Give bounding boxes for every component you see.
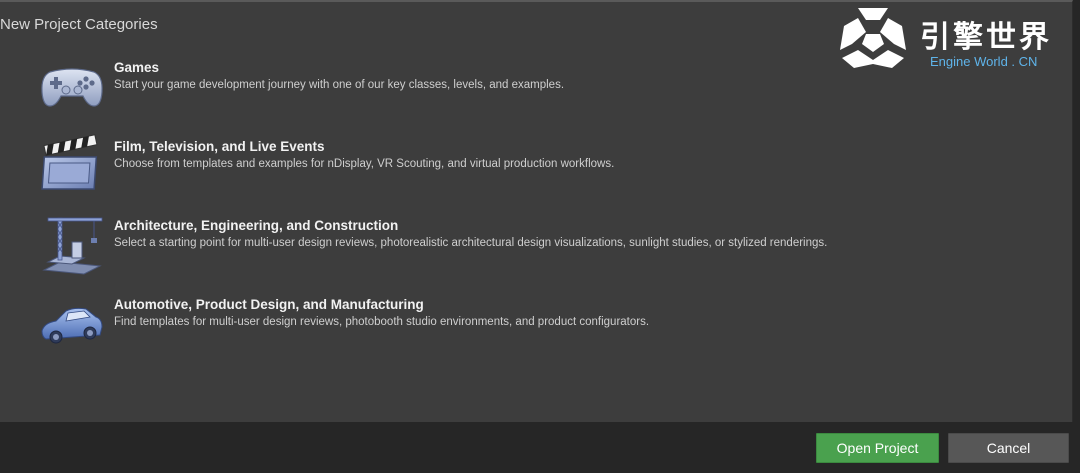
category-title: Games (114, 60, 160, 75)
category-automotive-product-design-manufacturing[interactable]: Automotive, Product Design, and Manufact… (38, 291, 998, 363)
category-architecture-engineering-construction[interactable]: Architecture, Engineering, and Construct… (38, 212, 998, 284)
gamepad-icon (38, 54, 106, 118)
category-description: Find templates for multi-user design rev… (114, 316, 650, 328)
engine-world-watermark: 引擎世界 Engine World . CN (836, 4, 1066, 74)
category-description: Choose from templates and examples for n… (114, 158, 615, 170)
watermark-english-text: Engine World . CN (930, 54, 1038, 69)
category-description: Start your game development journey with… (114, 79, 565, 91)
engine-world-logo-icon (840, 8, 906, 68)
category-title: Architecture, Engineering, and Construct… (114, 218, 399, 233)
category-film-television-live-events[interactable]: Film, Television, and Live Events Choose… (38, 133, 998, 205)
clapperboard-icon (38, 133, 106, 197)
category-description: Select a starting point for multi-user d… (114, 237, 828, 249)
crane-icon (38, 212, 106, 276)
category-title: Automotive, Product Design, and Manufact… (114, 297, 424, 312)
category-title: Film, Television, and Live Events (114, 139, 325, 154)
watermark-chinese-text: 引擎世界 (920, 21, 1052, 54)
open-project-button[interactable]: Open Project (816, 433, 939, 463)
car-icon (38, 291, 106, 355)
cancel-button[interactable]: Cancel (948, 433, 1069, 463)
panel-title: New Project Categories (0, 16, 158, 33)
